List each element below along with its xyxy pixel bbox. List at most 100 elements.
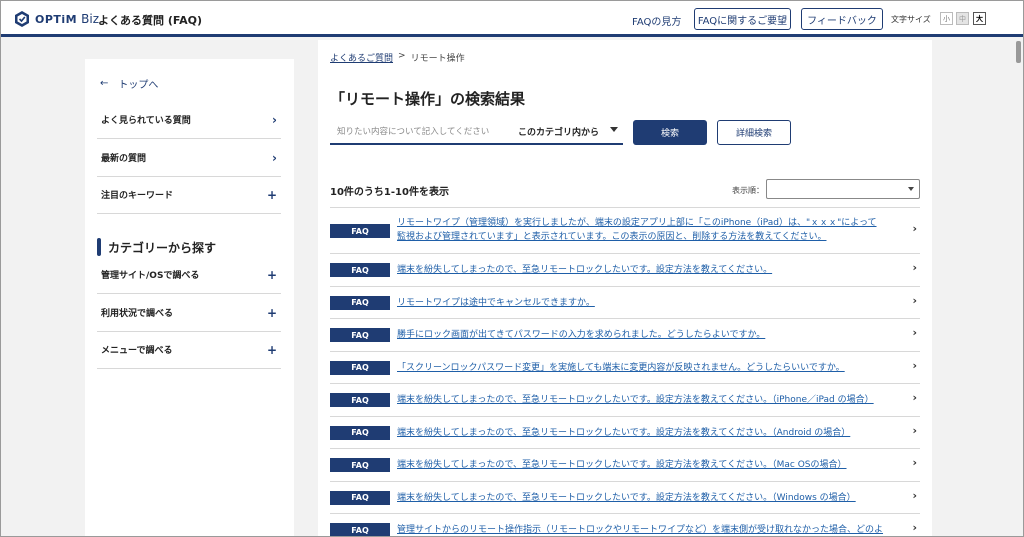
result-row[interactable]: FAQ 「スクリーンロックパスワード変更」を実施しても端末に変更内容が反映されませ… (330, 352, 920, 384)
faq-badge: FAQ (330, 328, 390, 342)
chevron-right-icon[interactable]: › (912, 424, 917, 437)
question-line: 端末を紛失してしまったので、至急リモートロックしたいです。設定方法を教えてくださ… (397, 265, 773, 275)
sort-select[interactable] (766, 179, 920, 199)
logo-biz: Biz (81, 12, 100, 26)
question-link[interactable]: 端末を紛失してしまったので、至急リモートロックしたいです。設定方法を教えてくださ… (397, 491, 905, 505)
faq-request-button[interactable]: FAQに関するご要望 (694, 8, 791, 30)
sidebar-item-label: 注目のキーワード (101, 191, 174, 201)
result-row[interactable]: FAQ 端末を紛失してしまったので、至急リモートロックしたいです。設定方法を教えて… (330, 482, 920, 514)
result-row[interactable]: FAQ 端末を紛失してしまったので、至急リモートロックしたいです。設定方法を教えて… (330, 449, 920, 482)
question-line: 端末を紛失してしまったので、至急リモートロックしたいです。設定方法を教えてくださ… (397, 427, 851, 438)
optim-logo-icon (15, 11, 29, 27)
chevron-right-icon[interactable]: › (912, 391, 917, 404)
result-row[interactable]: FAQ リモートワイプは途中でキャンセルできますか。 › (330, 287, 920, 319)
feedback-button[interactable]: フィードバック (801, 8, 883, 30)
question-link[interactable]: 端末を紛失してしまったので、至急リモートロックしたいです。設定方法を教えてくださ… (397, 263, 905, 277)
question-link[interactable]: 管理サイトからのリモート操作指示（リモートロックやリモートワイプなど）を端末側が… (397, 523, 905, 536)
logo[interactable]: OPTiM Biz (13, 10, 99, 28)
question-link[interactable]: 端末を紛失してしまったので、至急リモートロックしたいです。設定方法を教えてくださ… (397, 393, 905, 407)
plus-icon: + (266, 267, 277, 282)
chevron-right-icon[interactable]: › (912, 222, 917, 235)
question-link[interactable]: 「スクリーンロックパスワード変更」を実施しても端末に変更内容が反映されません。ど… (397, 361, 905, 375)
sidebar-item-label: 最新の質問 (101, 154, 147, 164)
main-content: よくあるご質問 > リモート操作 「リモート操作」の検索結果 このカテゴリ内から… (318, 40, 932, 536)
plus-icon: + (266, 305, 277, 320)
site-header: OPTiM Biz よくある質問 (FAQ) FAQの見方 FAQに関するご要望… (1, 1, 1023, 37)
chevron-right-icon[interactable]: › (912, 456, 917, 469)
chevron-right-icon[interactable]: › (912, 359, 917, 372)
sidebar-item-label: よく見られている質問 (101, 116, 191, 126)
question-line: 「スクリーンロックパスワード変更」を実施しても端末に変更内容が反映されません。ど… (397, 362, 845, 373)
category-heading-label: カテゴリーから探す (108, 240, 217, 255)
page-title: 「リモート操作」の検索結果 (330, 90, 526, 108)
faq-badge: FAQ (330, 360, 390, 375)
back-to-top-link[interactable]: ← トップへ (100, 76, 158, 91)
question-line: 端末を紛失してしまったので、至急リモートロックしたいです。設定方法を教えてくださ… (397, 460, 847, 470)
category-scope-select[interactable]: このカテゴリ内から (518, 125, 599, 138)
scrollbar-thumb[interactable] (1016, 41, 1021, 63)
faq-badge: FAQ (330, 263, 390, 277)
result-row[interactable]: FAQ 端末を紛失してしまったので、至急リモートロックしたいです。設定方法を教えて… (330, 254, 920, 287)
chevron-right-icon[interactable]: › (912, 294, 917, 307)
faq-badge: FAQ (330, 224, 390, 238)
question-line: リモートワイプは途中でキャンセルできますか。 (397, 297, 595, 308)
faq-guide-link[interactable]: FAQの見方 (632, 13, 681, 28)
chevron-right-icon: › (272, 150, 277, 165)
chevron-right-icon[interactable]: › (912, 261, 917, 274)
breadcrumb-separator: > (398, 51, 406, 61)
category-heading: カテゴリーから探す (97, 238, 216, 256)
scrollbar-track[interactable] (1014, 40, 1023, 536)
question-line: 管理サイトからのリモート操作指示（リモートロックやリモートワイプなど）を端末側が… (397, 525, 884, 535)
sidebar-item-keywords[interactable]: 注目のキーワード + (97, 176, 281, 214)
sidebar-item-by-site-os[interactable]: 管理サイト/OSで調べる + (97, 256, 281, 294)
logo-text: OPTiM (35, 12, 78, 26)
sidebar-item-by-menu[interactable]: メニューで調べる + (97, 331, 281, 369)
font-size-large-button[interactable]: 大 (973, 12, 986, 25)
advanced-search-button[interactable]: 詳細検索 (717, 120, 791, 145)
question-link[interactable]: リモートワイプ（管理領域）を実行しましたが、端末の設定アプリ上部に「このiPho… (397, 216, 905, 244)
font-size-label: 文字サイズ (891, 15, 931, 24)
sidebar-item-by-usage[interactable]: 利用状況で調べる + (97, 294, 281, 332)
site-title[interactable]: よくある質問 (FAQ) (98, 12, 202, 28)
font-size-medium-button[interactable]: 中 (956, 12, 969, 25)
search-button[interactable]: 検索 (633, 120, 707, 145)
sidebar-item-label: 利用状況で調べる (101, 309, 174, 319)
faq-badge: FAQ (330, 295, 390, 310)
result-row[interactable]: FAQ 端末を紛失してしまったので、至急リモートロックしたいです。設定方法を教えて… (330, 417, 920, 449)
plus-icon: + (266, 187, 277, 202)
sidebar-item-label: メニューで調べる (101, 346, 173, 356)
result-row[interactable]: FAQ 端末を紛失してしまったので、至急リモートロックしたいです。設定方法を教えて… (330, 384, 920, 417)
faq-badge: FAQ (330, 393, 390, 407)
search-input[interactable] (330, 120, 510, 143)
chevron-right-icon[interactable]: › (912, 489, 917, 502)
question-line: 勝手にロック画面が出てきてパスワードの入力を求められました。どうしたらよいですか… (397, 330, 766, 340)
sort-label: 表示順： (732, 186, 764, 195)
question-link[interactable]: 勝手にロック画面が出てきてパスワードの入力を求められました。どうしたらよいですか… (397, 328, 905, 342)
sidebar-item-latest[interactable]: 最新の質問 › (97, 139, 281, 177)
caret-down-icon (908, 187, 914, 191)
chevron-right-icon[interactable]: › (912, 521, 917, 534)
faq-badge: FAQ (330, 523, 390, 536)
browser-frame: OPTiM Biz よくある質問 (FAQ) FAQの見方 FAQに関するご要望… (0, 0, 1024, 537)
result-row[interactable]: FAQ 勝手にロック画面が出てきてパスワードの入力を求められました。どうしたらよい… (330, 319, 920, 352)
question-line: 端末を紛失してしまったので、至急リモートロックしたいです。設定方法を教えてくださ… (397, 492, 856, 503)
question-line: 監視および管理されています」と表示されています。この表示の原因と、削除する方法を… (397, 232, 827, 242)
font-size-small-button[interactable]: 小 (940, 12, 953, 25)
results-list: FAQ リモートワイプ（管理領域）を実行しましたが、端末の設定アプリ上部に「このi… (330, 207, 920, 536)
sidebar-item-popular[interactable]: よく見られている質問 › (97, 101, 281, 139)
chevron-right-icon: › (272, 112, 277, 127)
breadcrumb-home-link[interactable]: よくあるご質問 (330, 51, 393, 64)
caret-down-icon[interactable] (610, 127, 618, 132)
result-row[interactable]: FAQ リモートワイプ（管理領域）を実行しましたが、端末の設定アプリ上部に「このi… (330, 207, 920, 254)
arrow-left-icon: ← (100, 78, 109, 89)
question-line: リモートワイプ（管理領域）を実行しましたが、端末の設定アプリ上部に「このiPho… (397, 218, 877, 228)
result-row[interactable]: FAQ 管理サイトからのリモート操作指示（リモートロックやリモートワイプなど）を端… (330, 514, 920, 536)
plus-icon: + (266, 342, 277, 357)
search-bar: このカテゴリ内から (330, 120, 623, 145)
question-line: 端末を紛失してしまったので、至急リモートロックしたいです。設定方法を教えてくださ… (397, 395, 874, 405)
question-link[interactable]: 端末を紛失してしまったので、至急リモートロックしたいです。設定方法を教えてくださ… (397, 426, 905, 440)
chevron-right-icon[interactable]: › (912, 326, 917, 339)
question-link[interactable]: リモートワイプは途中でキャンセルできますか。 (397, 296, 905, 310)
question-link[interactable]: 端末を紛失してしまったので、至急リモートロックしたいです。設定方法を教えてくださ… (397, 458, 905, 472)
faq-badge: FAQ (330, 490, 390, 505)
